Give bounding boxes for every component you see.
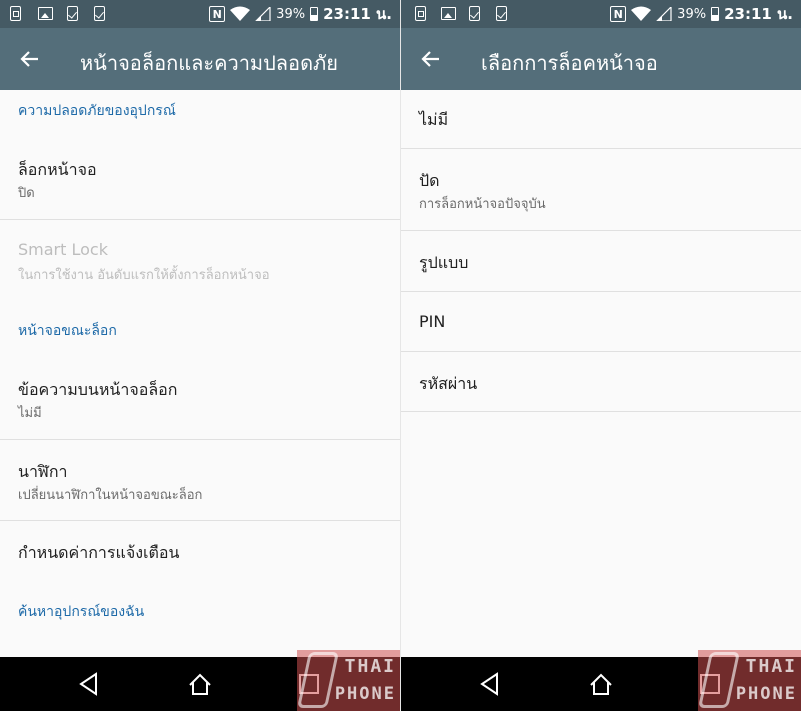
page-title: หน้าจอล็อกและความปลอดภัย bbox=[80, 51, 338, 75]
back-icon[interactable] bbox=[477, 671, 503, 697]
sim-card-icon bbox=[10, 6, 21, 21]
option-title: ปัด bbox=[419, 171, 440, 190]
home-icon[interactable] bbox=[588, 671, 614, 697]
clipboard-check-icon bbox=[496, 6, 507, 21]
option-summary: การล็อกหน้าจอปัจจุบัน bbox=[419, 197, 546, 212]
right-pane: N 39% 23:11 น. เลือกการล็อคหน้าจอ ไม่มี … bbox=[401, 0, 801, 711]
back-arrow-icon bbox=[20, 51, 38, 67]
clock: 23:11 น. bbox=[724, 5, 793, 23]
watermark-line1: THAI bbox=[745, 656, 797, 677]
battery-percent: 39% bbox=[276, 6, 306, 22]
watermark-line2: PHONE bbox=[735, 684, 797, 704]
back-arrow-button[interactable] bbox=[415, 43, 447, 75]
lock-option-pin[interactable]: PIN bbox=[401, 292, 801, 351]
section-header-find-device: ค้นหาอุปกรณ์ของฉัน bbox=[18, 604, 145, 620]
screen-lock-item[interactable]: ล็อกหน้าจอ ปิด bbox=[0, 138, 400, 218]
home-icon[interactable] bbox=[187, 671, 213, 697]
status-bar: N 39% 23:11 น. bbox=[0, 0, 400, 28]
page-title: เลือกการล็อคหน้าจอ bbox=[481, 51, 658, 75]
lock-option-swipe[interactable]: ปัด การล็อกหน้าจอปัจจุบัน bbox=[401, 149, 801, 230]
battery-icon bbox=[310, 7, 319, 21]
back-arrow-icon bbox=[421, 51, 439, 67]
lock-option-password[interactable]: รหัสผ่าน bbox=[401, 352, 801, 411]
notifications-item[interactable]: กำหนดค่าการแจ้งเตือน bbox=[0, 521, 400, 583]
signal-icon bbox=[655, 5, 672, 22]
lock-screen-message-item[interactable]: ข้อความบนหน้าจอล็อก ไม่มี bbox=[0, 358, 400, 438]
clipboard-check-icon bbox=[67, 6, 78, 21]
nfc-icon: N bbox=[610, 6, 627, 22]
smart-lock-item: Smart Lock ในการใช้งาน อันดับแรกให้ตั้งก… bbox=[0, 220, 400, 300]
option-title: PIN bbox=[419, 312, 446, 331]
watermark-mark bbox=[698, 652, 740, 708]
watermark-logo: THAI PHONE bbox=[297, 650, 400, 711]
back-arrow-button[interactable] bbox=[14, 43, 46, 75]
watermark-line1: THAI bbox=[344, 656, 396, 677]
lock-option-pattern[interactable]: รูปแบบ bbox=[401, 231, 801, 291]
item-summary: ปิด bbox=[18, 186, 35, 201]
status-bar: N 39% 23:11 น. bbox=[401, 0, 801, 28]
wifi-icon bbox=[631, 6, 652, 22]
left-pane: N 39% 23:11 น. หน้าจอล็อกและความปลอดภัย … bbox=[0, 0, 400, 711]
toolbar: เลือกการล็อคหน้าจอ bbox=[401, 28, 801, 90]
signal-icon bbox=[254, 5, 271, 22]
battery-icon bbox=[711, 7, 720, 21]
toolbar: หน้าจอล็อกและความปลอดภัย bbox=[0, 28, 400, 90]
item-title: Smart Lock bbox=[18, 240, 108, 259]
item-summary: ในการใช้งาน อันดับแรกให้ตั้งการล็อกหน้าจ… bbox=[18, 268, 270, 283]
section-header-lock-screen: หน้าจอขณะล็อก bbox=[18, 323, 117, 339]
clock: 23:11 น. bbox=[323, 5, 392, 23]
lock-option-none[interactable]: ไม่มี bbox=[401, 90, 801, 148]
image-icon bbox=[38, 7, 53, 20]
nfc-icon: N bbox=[209, 6, 226, 22]
item-summary: เปลี่ยนนาฬิกาในหน้าจอขณะล็อก bbox=[18, 488, 203, 503]
wifi-icon bbox=[230, 6, 251, 22]
clipboard-check-icon bbox=[94, 6, 105, 21]
sim-card-icon bbox=[415, 6, 426, 21]
watermark-logo: THAI PHONE bbox=[698, 650, 801, 711]
back-icon[interactable] bbox=[76, 671, 102, 697]
watermark-mark bbox=[297, 652, 339, 708]
option-title: ไม่มี bbox=[419, 110, 449, 129]
divider bbox=[401, 411, 801, 412]
option-title: รหัสผ่าน bbox=[419, 374, 478, 393]
clipboard-check-icon bbox=[469, 6, 480, 21]
watermark-line2: PHONE bbox=[334, 684, 396, 704]
section-header-device-security: ความปลอดภัยของอุปกรณ์ bbox=[18, 103, 176, 119]
item-title: ข้อความบนหน้าจอล็อก bbox=[18, 380, 178, 399]
item-summary: ไม่มี bbox=[18, 406, 42, 421]
option-title: รูปแบบ bbox=[419, 253, 469, 272]
image-icon bbox=[441, 7, 456, 20]
item-title: ล็อกหน้าจอ bbox=[18, 160, 97, 179]
item-title: นาฬิกา bbox=[18, 462, 68, 481]
item-title: กำหนดค่าการแจ้งเตือน bbox=[18, 543, 180, 562]
clock-item[interactable]: นาฬิกา เปลี่ยนนาฬิกาในหน้าจอขณะล็อก bbox=[0, 440, 400, 520]
battery-percent: 39% bbox=[677, 6, 707, 22]
